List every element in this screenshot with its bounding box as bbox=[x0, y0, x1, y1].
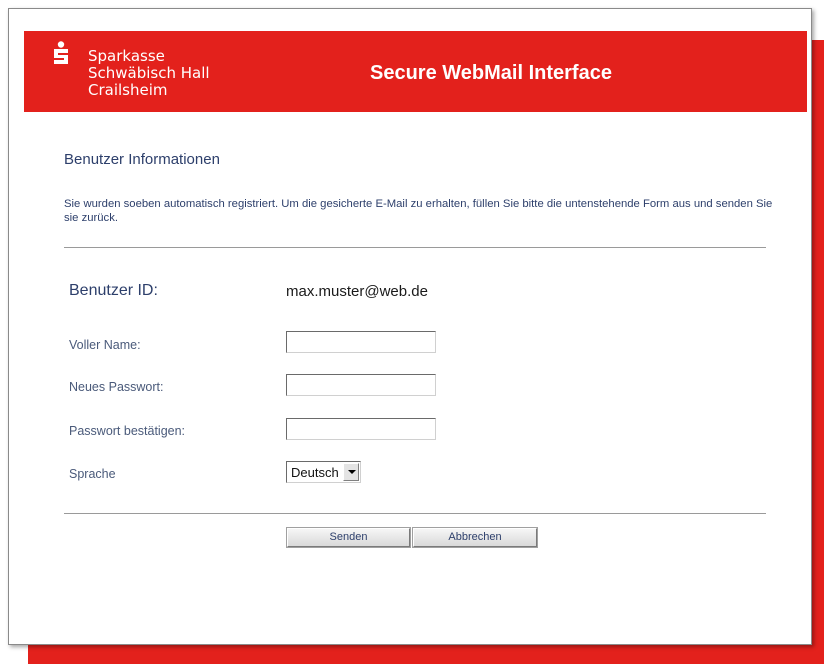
user-id-value: max.muster@web.de bbox=[286, 283, 428, 300]
divider-top bbox=[64, 247, 766, 248]
brand-line-1: Sparkasse bbox=[88, 47, 165, 65]
divider-bottom bbox=[64, 513, 766, 514]
confirm-password-label: Passwort bestätigen: bbox=[69, 424, 186, 438]
intro-text: Sie wurden soeben automatisch registrier… bbox=[64, 198, 773, 224]
language-select[interactable]: Deutsch bbox=[286, 461, 361, 483]
cancel-button[interactable]: Abbrechen bbox=[412, 527, 538, 548]
sparkasse-logo-icon bbox=[54, 41, 68, 64]
brand-line-2: Schwäbisch Hall bbox=[88, 64, 210, 82]
user-id-label: Benutzer ID: bbox=[69, 282, 158, 299]
full-name-label: Voller Name: bbox=[69, 338, 141, 352]
confirm-password-input[interactable] bbox=[286, 418, 436, 440]
submit-button[interactable]: Senden bbox=[286, 527, 411, 548]
page-header: Sparkasse Schwäbisch Hall Crailsheim Sec… bbox=[24, 31, 807, 112]
decorative-red-border-bottom bbox=[28, 645, 824, 664]
brand-name: Sparkasse Schwäbisch Hall Crailsheim bbox=[88, 48, 210, 99]
new-password-label: Neues Passwort: bbox=[69, 380, 164, 394]
dropdown-arrow-icon[interactable] bbox=[343, 463, 359, 481]
decorative-red-border-right bbox=[812, 40, 824, 652]
brand-line-3: Crailsheim bbox=[88, 81, 168, 99]
header-title: Secure WebMail Interface bbox=[370, 62, 612, 84]
language-label: Sprache bbox=[69, 467, 116, 481]
language-select-value: Deutsch bbox=[291, 465, 339, 480]
new-password-input[interactable] bbox=[286, 374, 436, 396]
section-title: Benutzer Informationen bbox=[64, 151, 220, 168]
full-name-input[interactable] bbox=[286, 331, 436, 353]
